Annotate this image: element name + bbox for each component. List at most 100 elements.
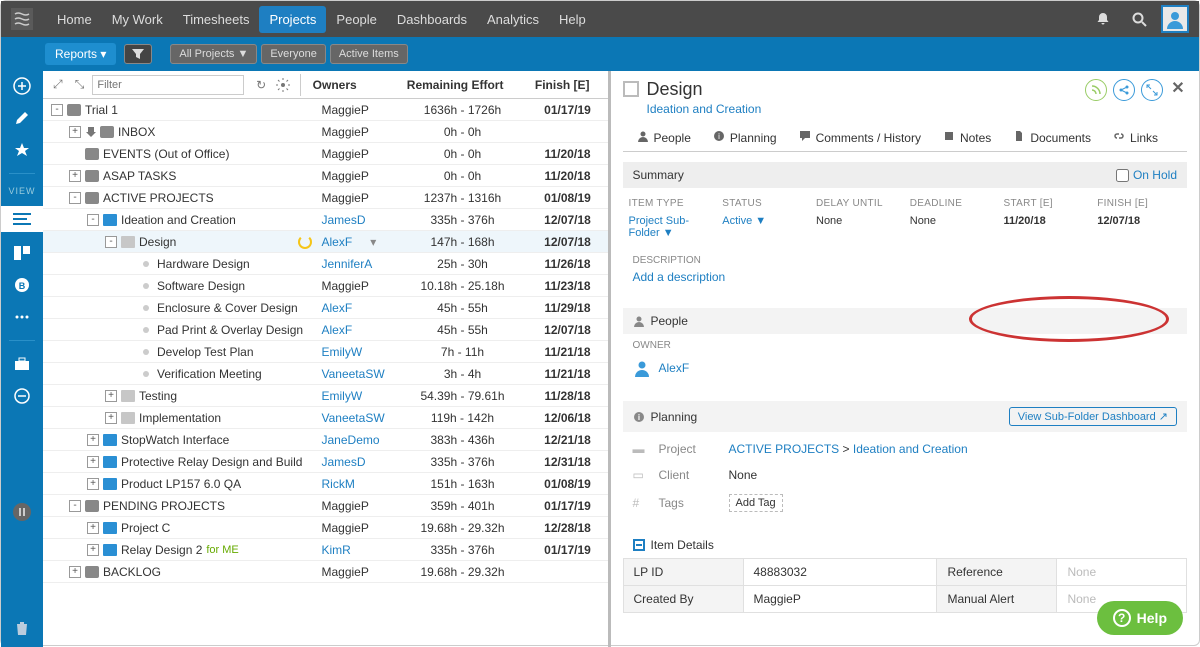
dots-icon[interactable] [11, 306, 33, 328]
item-details-toggle[interactable]: Item Details [623, 532, 1188, 558]
expand-icon[interactable]: + [87, 544, 99, 556]
delay-value[interactable]: None [816, 215, 900, 227]
list-view-icon[interactable] [1, 206, 43, 232]
header-owner[interactable]: Owners [309, 78, 388, 92]
owner-cell[interactable]: AlexF [322, 235, 353, 249]
tab-links[interactable]: Links [1103, 124, 1168, 151]
tab-comments-history[interactable]: Comments / History [789, 124, 931, 151]
edit-icon[interactable] [11, 107, 33, 129]
filter-active-items[interactable]: Active Items [330, 44, 408, 64]
owner-cell[interactable]: EmilyW [322, 389, 363, 403]
expand-icon[interactable]: + [87, 456, 99, 468]
expand-icon[interactable]: + [69, 126, 81, 138]
owner-cell[interactable]: JaneDemo [322, 433, 380, 447]
owner-cell[interactable]: JamesD [322, 213, 366, 227]
client-value[interactable]: None [729, 468, 758, 482]
nav-analytics[interactable]: Analytics [477, 6, 549, 33]
table-row[interactable]: Pad Print & Overlay DesignAlexF45h - 55h… [43, 319, 608, 341]
status-dropdown[interactable]: Active ▼ [722, 215, 806, 227]
gear-icon[interactable] [274, 76, 292, 94]
owner-cell[interactable]: AlexF [322, 323, 353, 337]
table-row[interactable]: EVENTS (Out of Office)MaggieP0h - 0h11/2… [43, 143, 608, 165]
on-hold-toggle[interactable]: On Hold [1116, 168, 1177, 182]
breadcrumb-link[interactable]: Ideation and Creation [647, 102, 762, 116]
share-icon[interactable] [1113, 79, 1135, 101]
nav-dashboards[interactable]: Dashboards [387, 6, 477, 33]
user-avatar[interactable] [1161, 5, 1189, 33]
nav-my-work[interactable]: My Work [102, 6, 173, 33]
collapse-icon[interactable]: - [105, 236, 117, 248]
header-effort[interactable]: Remaining Effort [391, 78, 519, 92]
add-icon[interactable] [11, 75, 33, 97]
table-row[interactable]: Verification MeetingVaneetaSW3h - 4h11/2… [43, 363, 608, 385]
header-finish[interactable]: Finish [E] [523, 78, 602, 92]
table-row[interactable]: +StopWatch InterfaceJaneDemo383h - 436h1… [43, 429, 608, 451]
expand-icon[interactable]: + [69, 566, 81, 578]
owner-dropdown-icon[interactable]: ▾ [370, 235, 376, 249]
breadcrumb-active-projects[interactable]: ACTIVE PROJECTS [729, 442, 840, 456]
filter-funnel-button[interactable] [124, 44, 152, 64]
table-row[interactable]: Enclosure & Cover DesignAlexF45h - 55h11… [43, 297, 608, 319]
owner-cell[interactable]: JamesD [322, 455, 366, 469]
table-row[interactable]: +Product LP157 6.0 QARickM151h - 163h01/… [43, 473, 608, 495]
table-row[interactable]: -Trial 1MaggieP1636h - 1726h01/17/19 [43, 99, 608, 121]
table-row[interactable]: +INBOXMaggieP0h - 0h [43, 121, 608, 143]
owner-cell[interactable]: EmilyW [322, 345, 363, 359]
table-row[interactable]: Hardware DesignJenniferA25h - 30h11/26/1… [43, 253, 608, 275]
nav-help[interactable]: Help [549, 6, 596, 33]
expand-out-icon[interactable]: ⤢ [49, 76, 67, 94]
owner-cell[interactable]: VaneetaSW [322, 411, 385, 425]
owner-cell[interactable]: KimR [322, 543, 351, 557]
bell-icon[interactable] [1091, 7, 1115, 31]
tab-notes[interactable]: Notes [933, 124, 1001, 151]
table-row[interactable]: +ImplementationVaneetaSW119h - 142h12/06… [43, 407, 608, 429]
app-logo[interactable] [11, 8, 33, 30]
collapse-icon[interactable]: - [87, 214, 99, 226]
owner-cell[interactable]: AlexF [322, 301, 353, 315]
table-row[interactable]: +BACKLOGMaggieP19.68h - 29.32h [43, 561, 608, 583]
filter-everyone[interactable]: Everyone [261, 44, 325, 64]
expand-icon[interactable]: + [105, 390, 117, 402]
baseline-icon[interactable]: B [11, 274, 33, 296]
board-view-icon[interactable] [11, 242, 33, 264]
expand-icon[interactable]: + [69, 170, 81, 182]
table-row[interactable]: -DesignAlexF ▾147h - 168h12/07/18 [43, 231, 608, 253]
breadcrumb-ideation[interactable]: Ideation and Creation [853, 442, 968, 456]
close-panel-button[interactable]: ✕ [1169, 79, 1187, 97]
table-row[interactable]: -PENDING PROJECTSMaggieP359h - 401h01/17… [43, 495, 608, 517]
reference-value[interactable]: None [1057, 559, 1187, 586]
refresh-icon[interactable]: ↻ [252, 76, 270, 94]
view-dashboard-button[interactable]: View Sub-Folder Dashboard ↗ [1009, 407, 1177, 426]
search-icon[interactable] [1127, 7, 1151, 31]
owner-cell[interactable]: RickM [322, 477, 355, 491]
collapse-icon[interactable]: - [69, 192, 81, 204]
collapse-in-icon[interactable]: ⤡ [71, 76, 89, 94]
add-tag-input[interactable]: Add Tag [729, 494, 783, 512]
table-row[interactable]: -Ideation and CreationJamesD335h - 376h1… [43, 209, 608, 231]
deadline-value[interactable]: None [910, 215, 994, 227]
grid-filter-input[interactable] [92, 75, 244, 95]
star-icon[interactable] [11, 139, 33, 161]
collapse-icon[interactable]: - [51, 104, 63, 116]
item-type-dropdown[interactable]: Project Sub-Folder ▼ [629, 215, 713, 239]
table-row[interactable]: Software DesignMaggieP10.18h - 25.18h11/… [43, 275, 608, 297]
table-row[interactable]: +Protective Relay Design and BuildJamesD… [43, 451, 608, 473]
tab-planning[interactable]: iPlanning [703, 124, 787, 151]
owner-cell[interactable]: JenniferA [322, 257, 373, 271]
nav-people[interactable]: People [326, 6, 386, 33]
table-row[interactable]: +Relay Design 2for MEKimR335h - 376h01/1… [43, 539, 608, 561]
expand-icon[interactable]: + [105, 412, 117, 424]
help-button[interactable]: ? Help [1097, 601, 1183, 635]
collapse-icon[interactable]: - [69, 500, 81, 512]
table-row[interactable]: +Project CMaggieP19.68h - 29.32h12/28/18 [43, 517, 608, 539]
expand-icon[interactable] [1141, 79, 1163, 101]
trash-icon[interactable] [11, 617, 33, 639]
table-row[interactable]: +ASAP TASKSMaggieP0h - 0h11/20/18 [43, 165, 608, 187]
expand-icon[interactable]: + [87, 434, 99, 446]
nav-timesheets[interactable]: Timesheets [173, 6, 260, 33]
table-row[interactable]: +TestingEmilyW54.39h - 79.61h11/28/18 [43, 385, 608, 407]
expand-icon[interactable]: + [87, 478, 99, 490]
nav-projects[interactable]: Projects [259, 6, 326, 33]
owner-cell[interactable]: VaneetaSW [322, 367, 385, 381]
expand-icon[interactable]: + [87, 522, 99, 534]
